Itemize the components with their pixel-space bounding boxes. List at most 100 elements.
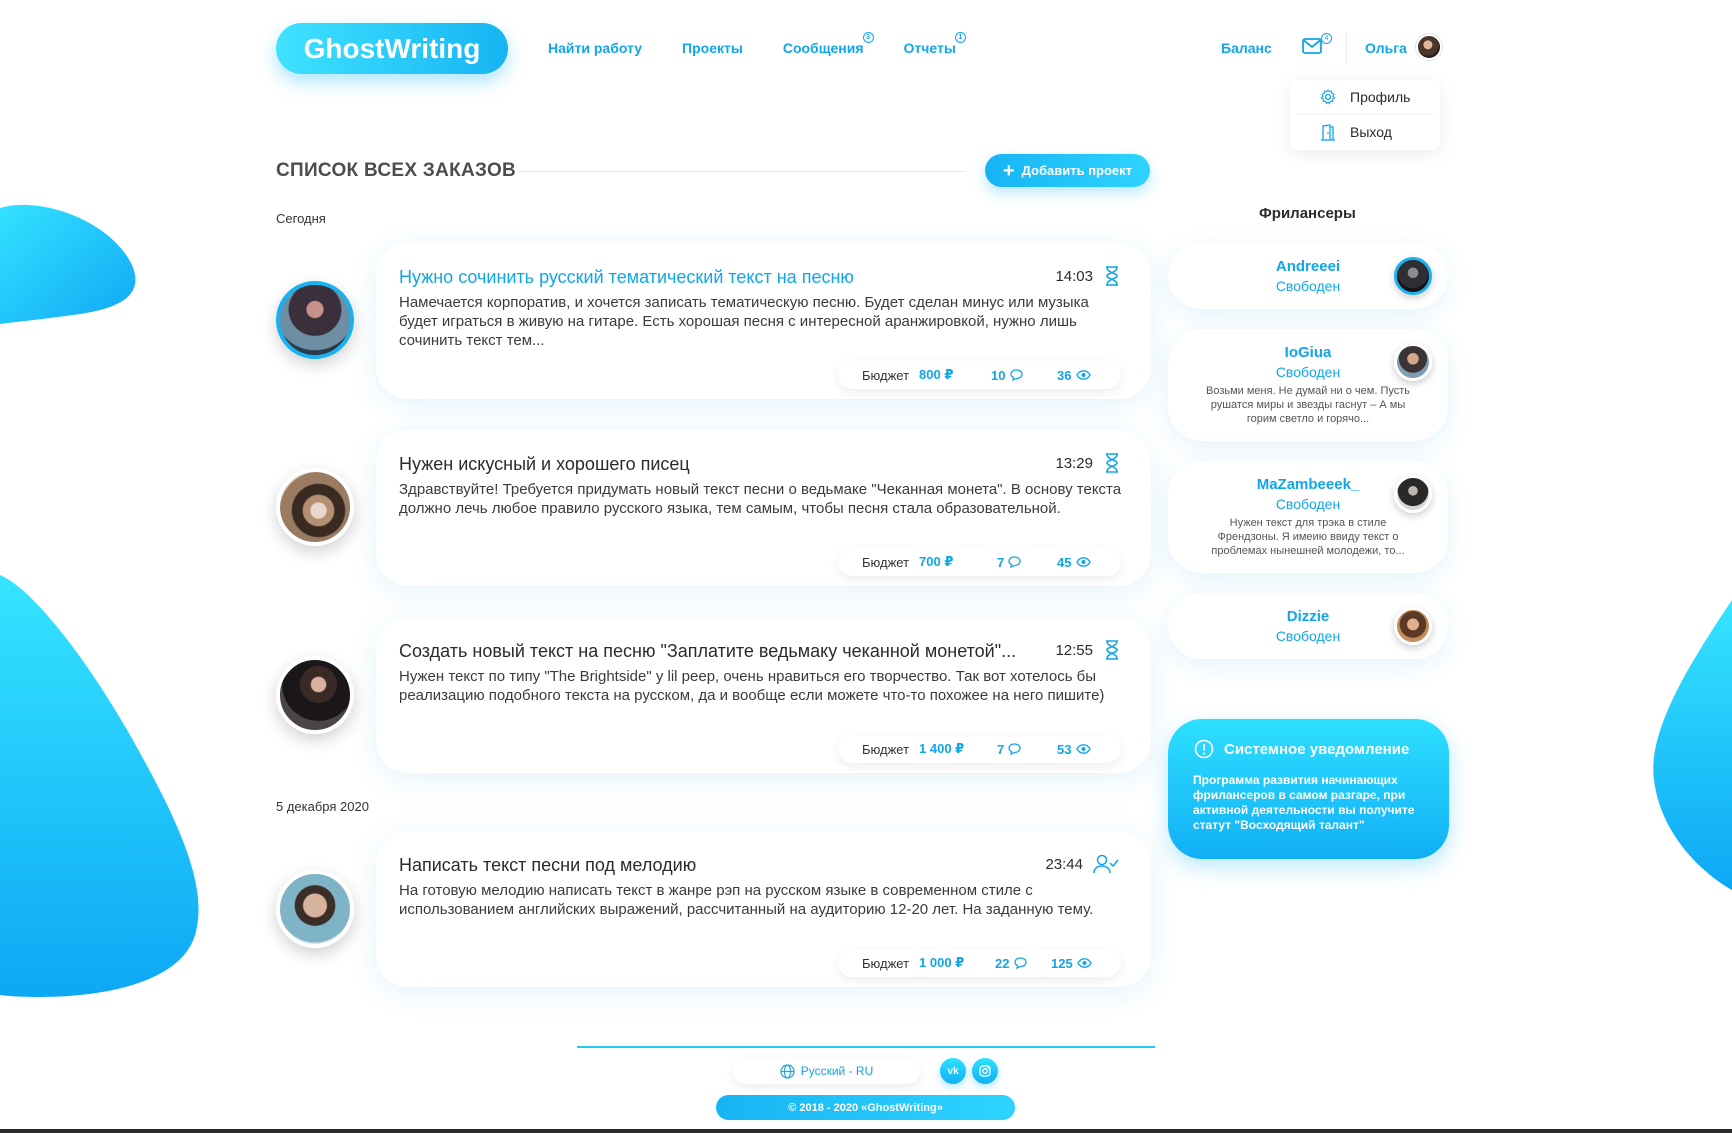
nav-reports[interactable]: Отчеты 1 — [904, 32, 966, 56]
user-check-icon — [1093, 854, 1119, 874]
order-title[interactable]: Нужно сочинить русский тематический текс… — [399, 267, 854, 288]
comments-count: 7 — [997, 555, 1057, 570]
messages-badge: 3 — [862, 32, 874, 43]
order-card[interactable]: Написать текст песни под мелодию 23:44 Н… — [376, 831, 1151, 987]
order-title[interactable]: Написать текст песни под мелодию — [399, 855, 696, 876]
mail-icon — [1302, 38, 1322, 54]
comment-icon — [1013, 957, 1027, 969]
header-divider — [1346, 32, 1347, 64]
decorative-blob-left-bottom — [0, 575, 199, 997]
views-count: 36 — [1057, 368, 1091, 383]
budget-label: Бюджет — [862, 741, 910, 757]
menu-item-profile[interactable]: Профиль — [1290, 80, 1440, 114]
order-title[interactable]: Нужен искусный и хорошего писец — [399, 454, 690, 475]
order-time: 12:55 — [1055, 642, 1093, 659]
decorative-blob-left-top — [0, 204, 136, 324]
reports-badge: 1 — [954, 32, 966, 43]
order-meta: Бюджет 1 000 ₽ 22 125 — [838, 949, 1121, 977]
date-group-label: Сегодня — [276, 211, 326, 226]
exclamation-circle-icon — [1194, 739, 1214, 759]
order-time: 14:03 — [1055, 268, 1093, 285]
order-author-avatar[interactable] — [276, 468, 354, 546]
freelancer-card[interactable]: Andreeei Свободен — [1168, 243, 1448, 309]
freelancer-card[interactable]: MaZambeeek_ Свободен Нужен текст для трэ… — [1168, 461, 1448, 573]
footer-divider — [577, 1046, 1155, 1048]
budget-value: 1 000 ₽ — [919, 955, 965, 970]
user-dropdown-menu: Профиль Выход — [1290, 80, 1440, 150]
copyright: © 2018 - 2020 «GhostWriting» — [716, 1095, 1015, 1120]
order-meta: Бюджет 1 400 ₽ 7 53 — [838, 735, 1121, 763]
order-card[interactable]: Создать новый текст на песню "Заплатите … — [376, 617, 1151, 773]
views-count: 125 — [1051, 956, 1092, 971]
budget-label: Бюджет — [862, 955, 910, 971]
mail-badge: 4 — [1321, 33, 1332, 44]
comment-icon — [1009, 369, 1023, 381]
bottom-border — [0, 1129, 1732, 1133]
title-divider — [518, 171, 966, 172]
eye-icon — [1075, 744, 1091, 754]
nav-projects[interactable]: Проекты — [682, 40, 743, 56]
mail-button[interactable]: 4 — [1302, 33, 1332, 59]
order-meta: Бюджет 800 ₽ 10 36 — [838, 361, 1121, 389]
order-author-avatar[interactable] — [276, 281, 354, 359]
logo[interactable]: GhostWriting — [276, 23, 508, 74]
order-card[interactable]: Нужен искусный и хорошего писец 13:29 Зд… — [376, 430, 1151, 586]
gear-icon — [1320, 89, 1336, 105]
order-card[interactable]: Нужно сочинить русский тематический текс… — [376, 243, 1151, 399]
menu-item-logout[interactable]: Выход — [1290, 115, 1440, 149]
order-title[interactable]: Создать новый текст на песню "Заплатите … — [399, 641, 1016, 662]
order-author-avatar[interactable] — [276, 870, 354, 948]
system-notification: Системное уведомление Программа развития… — [1168, 719, 1449, 859]
main-nav: Найти работу Проекты Сообщения 3 Отчеты 1 — [548, 32, 996, 56]
order-meta: Бюджет 700 ₽ 7 45 — [838, 548, 1121, 576]
eye-icon — [1075, 557, 1091, 567]
freelancer-avatar[interactable] — [1394, 257, 1432, 295]
globe-icon — [780, 1063, 795, 1079]
language-selector[interactable]: Русский - RU — [733, 1058, 920, 1084]
balance-link[interactable]: Баланс — [1221, 40, 1272, 56]
freelancer-avatar[interactable] — [1394, 343, 1432, 381]
freelancer-bio: Возьми меня. Не думай ни о чем. Пусть ру… — [1205, 385, 1410, 425]
eye-icon — [1076, 958, 1092, 968]
comment-icon — [1008, 556, 1021, 568]
freelancer-card[interactable]: IoGiua Свободен Возьми меня. Не думай ни… — [1168, 329, 1448, 441]
order-time: 23:44 — [1045, 856, 1083, 873]
order-description: Намечается корпоратив, и хочется записат… — [399, 294, 1089, 349]
eye-icon — [1075, 370, 1091, 380]
menu-item-profile-label: Профиль — [1350, 89, 1411, 105]
order-description: Нужен текст по типу "The Brightside" у l… — [399, 668, 1105, 704]
add-project-label: Добавить проект — [1021, 163, 1133, 178]
budget-label: Бюджет — [862, 554, 910, 570]
instagram-icon[interactable] — [972, 1058, 998, 1084]
order-time: 13:29 — [1055, 455, 1093, 472]
hourglass-icon — [1106, 640, 1118, 660]
freelancer-avatar[interactable] — [1394, 475, 1432, 513]
vk-icon[interactable]: vk — [940, 1058, 966, 1084]
page-title: СПИСОК ВСЕХ ЗАКАЗОВ — [276, 160, 517, 181]
comments-count: 7 — [997, 742, 1057, 757]
budget-value: 1 400 ₽ — [919, 741, 965, 756]
user-avatar[interactable] — [1416, 34, 1442, 60]
nav-find-work[interactable]: Найти работу — [548, 40, 642, 56]
views-count: 45 — [1057, 555, 1091, 570]
freelancers-title: Фрилансеры — [1259, 205, 1356, 222]
nav-messages[interactable]: Сообщения 3 — [783, 32, 874, 56]
budget-value: 700 ₽ — [919, 554, 954, 569]
order-description: Здравствуйте! Требуется придумать новый … — [399, 481, 1122, 517]
budget-label: Бюджет — [862, 367, 910, 383]
system-notification-text: Программа развития начинающих фрилансеро… — [1193, 773, 1415, 832]
date-group-label: 5 декабря 2020 — [276, 799, 369, 814]
comments-count: 10 — [991, 368, 1057, 383]
language-label: Русский - RU — [800, 1064, 874, 1078]
budget-value: 800 ₽ — [919, 367, 954, 382]
system-notification-title: Системное уведомление — [1194, 739, 1409, 759]
order-author-avatar[interactable] — [276, 656, 354, 734]
menu-item-logout-label: Выход — [1350, 124, 1392, 140]
add-project-button[interactable]: + Добавить проект — [985, 154, 1150, 187]
freelancer-card[interactable]: Dizzie Свободен — [1168, 593, 1448, 659]
comment-icon — [1008, 743, 1021, 755]
hourglass-icon — [1106, 266, 1118, 286]
order-description: На готовую мелодию написать текст в жанр… — [399, 882, 1094, 918]
freelancer-avatar[interactable] — [1394, 607, 1432, 645]
user-name[interactable]: Ольга — [1365, 40, 1407, 56]
